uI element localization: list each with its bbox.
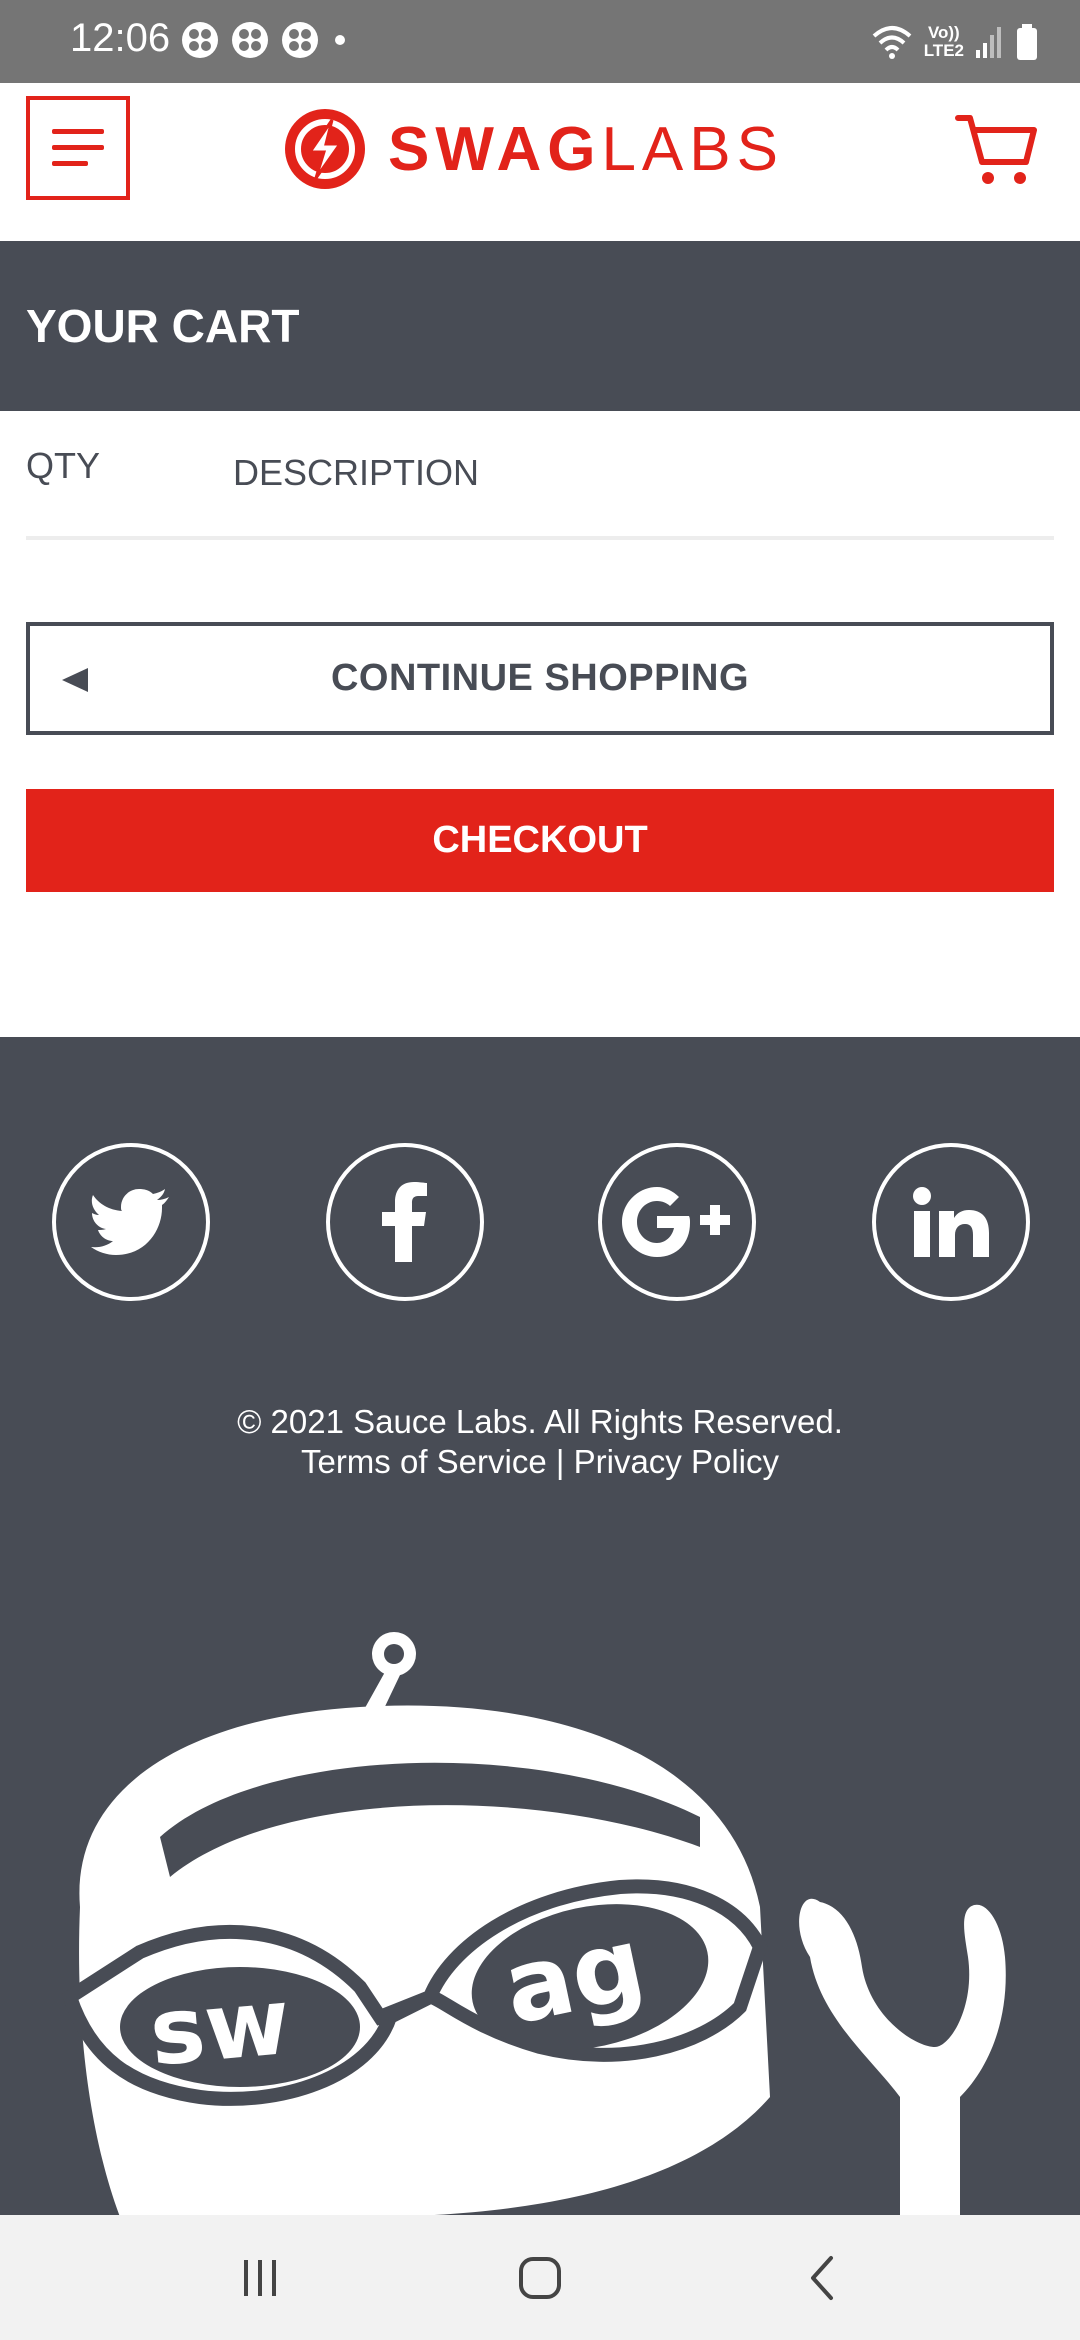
swag-bot-mascot-image: sw ag (61, 1632, 1006, 2215)
linkedin-icon (913, 1187, 989, 1257)
notification-icons (180, 18, 350, 62)
copyright-text: © 2021 Sauce Labs. All Rights Reserved. (237, 1403, 843, 1440)
home-icon (519, 2257, 561, 2299)
app-screen: 12:06 Vo)) LTE2 SWAGLABS YOUR CART QTY D… (0, 0, 1080, 2340)
continue-shopping-label: CONTINUE SHOPPING (330, 657, 750, 699)
status-bar: 12:06 Vo)) LTE2 (0, 0, 1080, 83)
title-banner: YOUR CART (0, 241, 1080, 411)
logo-text-light: LABS (601, 114, 784, 184)
terms-of-service-link[interactable]: Terms of Service (301, 1443, 547, 1480)
footer-link-separator: | (555, 1443, 565, 1480)
footer-links: Terms of Service | Privacy Policy (0, 1442, 1080, 1482)
menu-button[interactable] (26, 96, 130, 200)
battery-icon (1017, 24, 1037, 60)
notification-app-icon (282, 22, 318, 58)
signal-icon (976, 27, 1001, 58)
status-time: 12:06 (70, 16, 171, 60)
recent-apps-icon (244, 2260, 276, 2296)
cart-divider (26, 536, 1054, 540)
svg-text:sw: sw (146, 1968, 295, 2087)
shopping-cart-icon (955, 115, 1037, 184)
linkedin-button[interactable] (872, 1143, 1030, 1301)
description-column-header: DESCRIPTION (233, 452, 480, 493)
logo-text: SWAGLABS (388, 114, 784, 185)
logo-text-bold: SWAG (388, 114, 602, 184)
privacy-policy-link[interactable]: Privacy Policy (574, 1443, 779, 1480)
more-notifications-dot-icon (335, 35, 345, 45)
google-plus-button[interactable] (598, 1143, 756, 1301)
checkout-button[interactable]: CHECKOUT (26, 789, 1054, 892)
app-header: SWAGLABS (0, 83, 1080, 241)
facebook-icon (382, 1182, 427, 1262)
twitter-icon (91, 1189, 169, 1255)
system-nav-bar (0, 2215, 1080, 2340)
continue-shopping-button[interactable]: CONTINUE SHOPPING (26, 622, 1054, 735)
back-icon (811, 2256, 833, 2300)
network-type-label: Vo)) LTE2 (923, 23, 964, 60)
swag-labs-logo: SWAGLABS (284, 107, 784, 191)
notification-app-icon (232, 22, 268, 58)
qty-column-header: QTY (26, 445, 101, 486)
recent-apps-button[interactable] (220, 2245, 300, 2311)
home-button[interactable] (500, 2245, 580, 2311)
cart-button[interactable] (952, 110, 1040, 190)
twitter-button[interactable] (52, 1143, 210, 1301)
logo-bolt-icon (285, 109, 365, 189)
status-indicators: Vo)) LTE2 (870, 18, 1040, 66)
footer: © 2021 Sauce Labs. All Rights Reserved. … (0, 1037, 1080, 2215)
back-button[interactable] (782, 2245, 862, 2311)
page-title: YOUR CART (26, 300, 300, 352)
wifi-icon (872, 26, 912, 59)
google-plus-icon (622, 1187, 730, 1257)
notification-app-icon (182, 22, 218, 58)
facebook-button[interactable] (326, 1143, 484, 1301)
